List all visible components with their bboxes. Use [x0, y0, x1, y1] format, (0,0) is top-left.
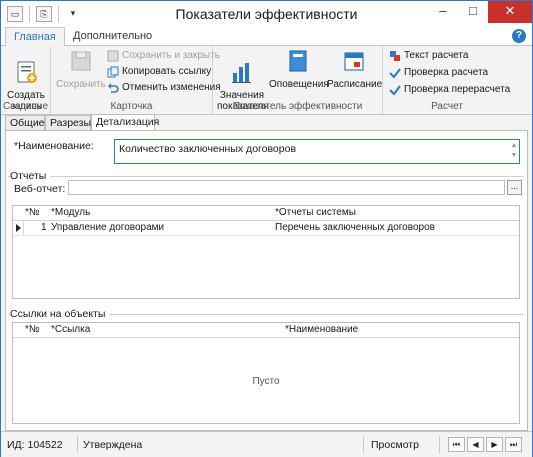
group-create-label: Создание	[2, 101, 49, 112]
web-report-browse-button[interactable]: ...	[507, 180, 522, 195]
group-card-label: Карточка	[110, 101, 153, 112]
first-record-button[interactable]: ⏮	[448, 437, 465, 452]
save-close-icon	[107, 50, 119, 61]
reports-grid: *№ *Модуль *Отчеты системы 1 Управление …	[12, 205, 520, 299]
view-mode: Просмотр	[371, 439, 419, 451]
status-separator	[439, 436, 440, 453]
save-button[interactable]: Сохранить	[55, 48, 107, 90]
last-record-button[interactable]: ⏭	[505, 437, 522, 452]
undo-icon	[108, 82, 119, 93]
save-close-label: Сохранить и закрыть	[122, 50, 220, 61]
check-calc-button[interactable]: Проверка расчета	[389, 65, 488, 80]
alerts-book-icon	[289, 50, 307, 72]
record-state: Утверждена	[83, 439, 143, 451]
new-record-icon	[17, 61, 37, 83]
copy-link-button[interactable]: Копировать ссылку	[107, 64, 211, 79]
col-link[interactable]: *Ссылка	[51, 324, 90, 335]
web-report-field[interactable]	[68, 180, 505, 195]
group-calc: Текст расчета Проверка расчета Проверка …	[383, 46, 511, 114]
name-label: *Наименование:	[14, 140, 94, 152]
reports-grid-header: *№ *Модуль *Отчеты системы	[13, 206, 519, 221]
alerts-button[interactable]: Оповещения	[269, 48, 329, 90]
check-recalc-icon	[389, 84, 401, 96]
schedule-label: Расписание	[327, 79, 383, 90]
col-number[interactable]: *№	[25, 207, 40, 218]
links-section: Ссылки на объекты	[8, 308, 523, 320]
status-separator	[77, 436, 78, 453]
tab-main[interactable]: Главная	[5, 27, 65, 46]
web-report-label: Веб-отчет:	[14, 183, 66, 195]
row-number: 1	[41, 222, 47, 233]
prev-record-button[interactable]: ◀	[467, 437, 484, 452]
group-indicator: Значения показателя Оповещения Расписани…	[213, 46, 383, 114]
group-card: Сохранить Сохранить и закрыть Копировать…	[51, 46, 221, 114]
links-section-title: Ссылки на объекты	[10, 308, 110, 320]
group-create: Создать запись Создание	[1, 46, 51, 114]
alerts-label: Оповещения	[269, 79, 329, 90]
ribbon: Создать запись Создание Сохранить Сохран…	[1, 46, 532, 115]
table-row[interactable]: 1 Управление договорами Перечень заключе…	[13, 221, 519, 236]
undo-changes-label: Отменить изменения	[122, 82, 221, 93]
links-empty-text: Пусто	[252, 376, 280, 387]
app-window: ▭ ⎘ ▾ Показатели эффективности – □ ✕ Гла…	[0, 0, 533, 457]
minimize-button[interactable]: –	[428, 1, 458, 23]
reports-section-title: Отчеты	[10, 170, 51, 182]
save-icon	[71, 51, 91, 71]
close-button[interactable]: ✕	[488, 1, 532, 23]
row-module: Управление договорами	[51, 222, 165, 233]
title-bar: ▭ ⎘ ▾ Показатели эффективности – □ ✕	[1, 1, 532, 27]
next-record-button[interactable]: ▶	[486, 437, 503, 452]
row-report: Перечень заключенных договоров	[275, 222, 435, 233]
reports-section: Отчеты	[8, 170, 523, 182]
copy-link-icon	[107, 66, 119, 77]
save-label: Сохранить	[56, 79, 106, 90]
row-pointer-icon	[13, 221, 24, 235]
group-calc-label: Расчет	[431, 101, 463, 112]
copy-link-label: Копировать ссылку	[122, 66, 212, 77]
col-link-name[interactable]: *Наименование	[285, 324, 358, 335]
name-scroll-icon[interactable]: ▲ ▼	[510, 141, 518, 162]
links-grid: *№ *Ссылка *Наименование Пусто	[12, 322, 520, 424]
tab-general[interactable]: Общие	[5, 115, 45, 130]
group-indicator-label: Показатель эффективности	[232, 101, 363, 112]
maximize-button[interactable]: □	[458, 1, 488, 23]
record-id: ИД: 104522	[7, 439, 63, 451]
calendar-icon	[344, 52, 364, 71]
col-link-number[interactable]: *№	[25, 324, 40, 335]
chart-icon	[232, 63, 251, 83]
calc-text-label: Текст расчета	[404, 50, 469, 61]
name-field[interactable]: Количество заключенных договоров ▲ ▼	[114, 139, 520, 164]
name-value: Количество заключенных договоров	[119, 143, 297, 155]
schedule-button[interactable]: Расписание	[327, 48, 383, 90]
status-separator	[363, 436, 364, 453]
tab-additional[interactable]: Дополнительно	[65, 27, 160, 45]
calc-text-button[interactable]: Текст расчета	[389, 48, 468, 63]
details-page: *Наименование: Количество заключенных до…	[5, 130, 528, 431]
links-grid-header: *№ *Ссылка *Наименование	[13, 323, 519, 338]
help-icon[interactable]: ?	[512, 29, 526, 43]
check-recalc-label: Проверка перерасчета	[404, 84, 511, 95]
col-reports[interactable]: *Отчеты системы	[275, 207, 356, 218]
ribbon-tab-bar: Главная Дополнительно ?	[1, 27, 532, 46]
check-calc-icon	[389, 67, 401, 79]
window-controls: – □ ✕	[428, 1, 532, 27]
tab-sections[interactable]: Разрезы	[45, 115, 91, 130]
check-calc-label: Проверка расчета	[404, 67, 489, 78]
col-module[interactable]: *Модуль	[51, 207, 90, 218]
undo-changes-button[interactable]: Отменить изменения	[107, 80, 221, 95]
check-recalc-button[interactable]: Проверка перерасчета	[389, 82, 510, 97]
tab-details[interactable]: Детализация	[91, 114, 159, 130]
status-bar: ИД: 104522 Утверждена Просмотр ⏮ ◀ ▶ ⏭	[1, 431, 532, 457]
calc-text-icon	[390, 50, 400, 61]
save-close-button[interactable]: Сохранить и закрыть	[107, 48, 220, 63]
